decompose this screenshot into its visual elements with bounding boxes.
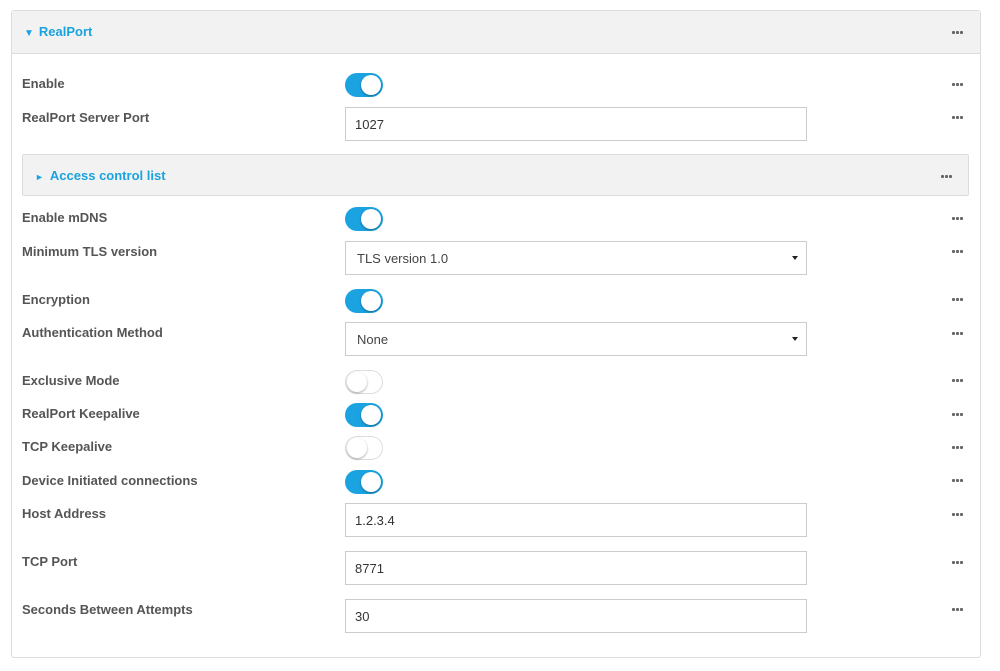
more-icon[interactable] — [952, 116, 964, 120]
triangle-right-icon: ► — [35, 172, 44, 182]
acl-title[interactable]: ► Access control list — [35, 168, 166, 183]
device-initiated-toggle[interactable] — [345, 470, 383, 494]
exclusive-mode-label: Exclusive Mode — [22, 373, 120, 388]
more-icon[interactable] — [952, 479, 964, 483]
more-icon[interactable] — [952, 31, 964, 35]
host-address-value: 1.2.3.4 — [355, 513, 395, 528]
host-address-input[interactable]: 1.2.3.4 — [345, 503, 807, 537]
more-icon[interactable] — [952, 379, 964, 383]
encryption-label: Encryption — [22, 292, 90, 307]
realport-panel-header[interactable]: ▼ RealPort — [12, 11, 980, 54]
more-icon[interactable] — [952, 413, 964, 417]
more-icon[interactable] — [952, 513, 964, 517]
enable-mdns-label: Enable mDNS — [22, 210, 108, 225]
auth-method-label: Authentication Method — [22, 325, 163, 340]
enable-toggle[interactable] — [345, 73, 383, 97]
more-icon[interactable] — [952, 608, 964, 612]
enable-mdns-toggle[interactable] — [345, 207, 383, 231]
caret-down-icon — [792, 256, 798, 260]
tcp-keepalive-label: TCP Keepalive — [22, 439, 113, 454]
access-control-list-panel[interactable]: ► Access control list — [22, 154, 969, 196]
more-icon[interactable] — [952, 298, 964, 302]
more-icon[interactable] — [952, 561, 964, 565]
tcp-port-label: TCP Port — [22, 554, 78, 569]
seconds-between-label: Seconds Between Attempts — [22, 602, 193, 617]
server-port-value: 1027 — [355, 117, 384, 132]
seconds-between-value: 30 — [355, 609, 370, 624]
tcp-port-value: 8771 — [355, 561, 384, 576]
tcp-keepalive-toggle[interactable] — [345, 436, 383, 460]
more-icon[interactable] — [952, 250, 964, 254]
section-title-label: RealPort — [38, 24, 93, 39]
tcp-port-input[interactable]: 8771 — [345, 551, 807, 585]
caret-down-icon — [792, 337, 798, 341]
device-initiated-label: Device Initiated connections — [22, 473, 198, 488]
enable-label: Enable — [22, 76, 65, 91]
min-tls-select[interactable]: TLS version 1.0 — [345, 241, 807, 275]
auth-method-select[interactable]: None — [345, 322, 807, 356]
exclusive-mode-toggle[interactable] — [345, 370, 383, 394]
acl-title-label: Access control list — [49, 168, 166, 183]
triangle-down-icon: ▼ — [24, 28, 34, 39]
realport-keepalive-label: RealPort Keepalive — [22, 406, 140, 421]
section-title[interactable]: ▼ RealPort — [24, 24, 92, 39]
min-tls-value: TLS version 1.0 — [357, 251, 449, 266]
more-icon[interactable] — [952, 217, 964, 221]
auth-method-value: None — [357, 332, 389, 347]
seconds-between-input[interactable]: 30 — [345, 599, 807, 633]
more-icon[interactable] — [952, 332, 964, 336]
more-icon[interactable] — [941, 175, 953, 179]
encryption-toggle[interactable] — [345, 289, 383, 313]
min-tls-label: Minimum TLS version — [22, 244, 158, 259]
more-icon[interactable] — [952, 83, 964, 87]
host-address-label: Host Address — [22, 506, 107, 521]
server-port-label: RealPort Server Port — [22, 110, 150, 125]
more-icon[interactable] — [952, 446, 964, 450]
realport-keepalive-toggle[interactable] — [345, 403, 383, 427]
server-port-input[interactable]: 1027 — [345, 107, 807, 141]
